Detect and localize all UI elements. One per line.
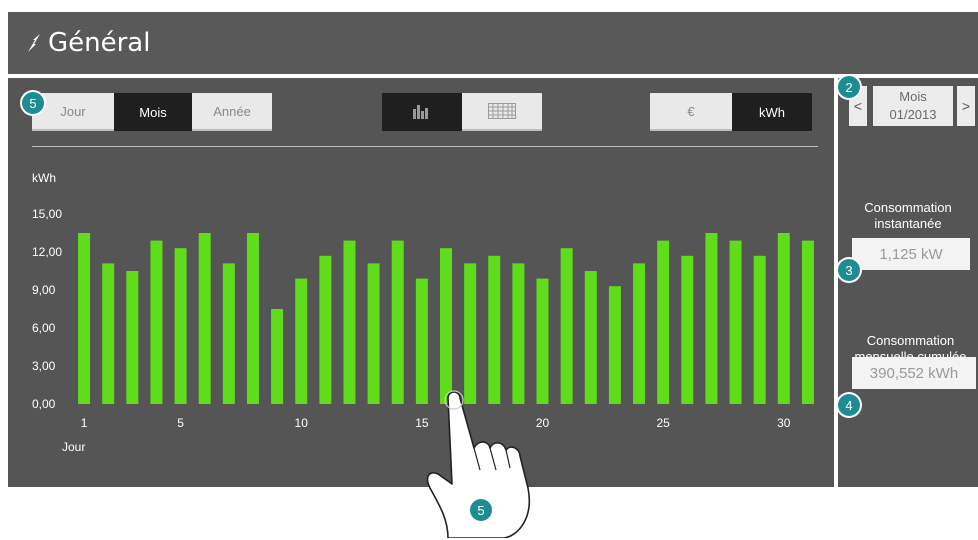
x-tick-label: 5: [177, 416, 184, 430]
chart-bar[interactable]: [319, 255, 332, 404]
chart-bar[interactable]: [295, 278, 308, 404]
cumul-label-line1: Consommation: [866, 333, 955, 348]
chart-bar[interactable]: [222, 263, 235, 404]
chart-bar[interactable]: [102, 263, 115, 404]
chart-bar[interactable]: [657, 240, 670, 404]
x-tick-label: 30: [777, 416, 791, 430]
chart-bar[interactable]: [753, 255, 766, 404]
y-tick-label: 12,00: [32, 245, 62, 259]
chart-bar[interactable]: [367, 263, 380, 404]
monthly-cumulative-value: 390,552 kWh: [852, 357, 976, 389]
x-axis-label: Jour: [62, 440, 85, 454]
chart-bar[interactable]: [246, 233, 259, 404]
chart-bar[interactable]: [608, 286, 621, 404]
chart-bar[interactable]: [681, 255, 694, 404]
chart-bar[interactable]: [777, 233, 790, 404]
x-tick-label: 1: [81, 416, 88, 430]
next-period-button[interactable]: >: [957, 86, 975, 126]
chart-bar[interactable]: [78, 233, 91, 404]
header-bar: Général: [8, 12, 978, 74]
x-tick-label: 10: [295, 416, 309, 430]
instant-label-line2: instantanée: [874, 216, 942, 231]
y-tick-label: 9,00: [32, 283, 56, 297]
instant-consumption-label: Consommation instantanée: [843, 200, 973, 232]
chart-bar[interactable]: [343, 240, 356, 404]
callout-badge-4: 4: [838, 394, 860, 416]
page-title: Général: [48, 28, 151, 58]
callout-badge-2: 2: [838, 76, 860, 98]
y-tick-label: 0,00: [32, 397, 56, 411]
callout-badge-5-tabs: 5: [22, 92, 44, 114]
chart-bar[interactable]: [126, 271, 139, 404]
x-tick-label: 25: [656, 416, 670, 430]
callout-badge-5-touch: 5: [470, 499, 492, 521]
chart-bar[interactable]: [271, 309, 284, 404]
chart-bar[interactable]: [150, 240, 163, 404]
chart-bar[interactable]: [729, 240, 742, 404]
y-tick-label: 6,00: [32, 321, 56, 335]
period-label: Mois: [899, 89, 927, 104]
chart-bar[interactable]: [198, 233, 211, 404]
chart-bar[interactable]: [560, 248, 573, 404]
chart-bar[interactable]: [584, 271, 597, 404]
chart-bar[interactable]: [633, 263, 646, 404]
energy-icon: [28, 34, 40, 52]
period-selector[interactable]: Mois 01/2013: [873, 86, 953, 126]
period-value: 01/2013: [889, 107, 937, 122]
instant-label-line1: Consommation: [864, 200, 952, 215]
instant-consumption-value: 1,125 kW: [852, 238, 970, 270]
callout-badge-3: 3: [838, 259, 860, 281]
y-tick-label: 3,00: [32, 359, 56, 373]
chart-bar[interactable]: [801, 240, 814, 404]
y-axis-label: kWh: [32, 171, 56, 185]
chart-bar[interactable]: [391, 240, 404, 404]
chart-bar[interactable]: [174, 248, 187, 404]
side-panel: [838, 78, 978, 487]
chart-bar[interactable]: [705, 233, 718, 404]
y-tick-label: 15,00: [32, 207, 62, 221]
